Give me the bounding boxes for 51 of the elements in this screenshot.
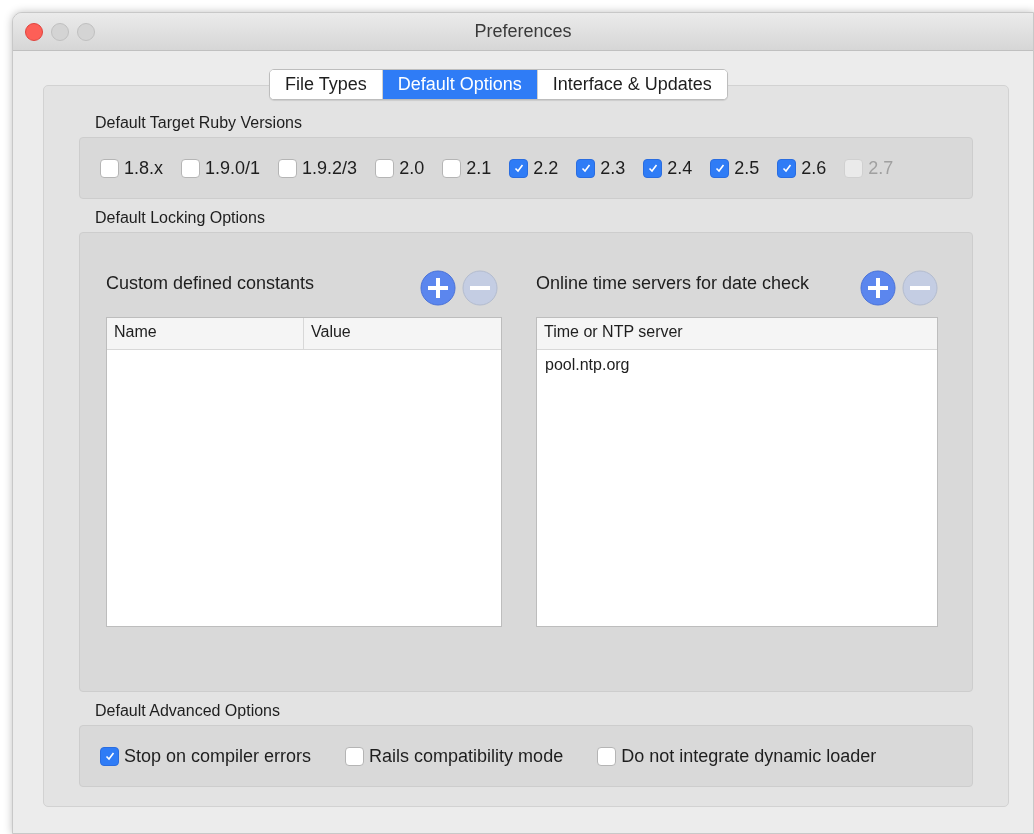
checkbox[interactable] <box>375 158 395 178</box>
close-button[interactable] <box>25 22 43 41</box>
checkbox[interactable] <box>710 158 730 178</box>
add-button[interactable] <box>420 270 456 306</box>
list-title: Custom defined constants <box>106 272 315 294</box>
group-title: Default Locking Options <box>94 209 266 227</box>
checkbox-label: 2.1 <box>466 157 492 179</box>
checkbox[interactable] <box>278 158 298 178</box>
group-title: Default Advanced Options <box>94 702 281 720</box>
checkbox-label: 1.8.x <box>124 157 164 179</box>
checkbox[interactable] <box>100 158 119 178</box>
checkbox[interactable] <box>345 746 365 766</box>
check-icon <box>713 162 726 174</box>
checkbox[interactable] <box>100 746 119 766</box>
checkbox[interactable] <box>643 158 663 178</box>
checkbox-label: 2.6 <box>801 157 827 179</box>
checkbox-label: 2.5 <box>734 157 760 179</box>
checkbox-label: 2.2 <box>533 157 559 179</box>
checkbox[interactable] <box>181 158 201 178</box>
checkbox[interactable] <box>597 746 617 766</box>
checkbox-label: 2.7 <box>868 157 894 179</box>
tab[interactable]: File Types <box>270 70 382 99</box>
checkbox[interactable] <box>777 158 797 178</box>
list-title: Online time servers for date check <box>536 272 810 294</box>
checkbox[interactable] <box>442 158 462 178</box>
add-button[interactable] <box>860 270 896 306</box>
checkbox-label: 1.9.0/1 <box>205 157 261 179</box>
column-header[interactable]: Name <box>107 318 304 349</box>
tab[interactable]: Interface & Updates <box>536 70 727 99</box>
table-cell-text: pool.ntp.org <box>544 355 631 375</box>
check-icon <box>780 162 793 174</box>
window-title: Preferences <box>474 21 573 42</box>
checkbox-label: Rails compatibility mode <box>369 745 564 767</box>
check-icon <box>103 750 116 762</box>
checkbox-label: 2.4 <box>667 157 693 179</box>
checkbox-label: 2.0 <box>399 157 425 179</box>
checkbox[interactable] <box>509 158 529 178</box>
checkbox-label: 2.3 <box>600 157 626 179</box>
column-header[interactable]: Value <box>304 318 500 349</box>
check-icon <box>512 162 525 174</box>
checkbox-label: Stop on compiler errors <box>124 745 312 767</box>
tab[interactable]: Default Options <box>381 70 537 99</box>
check-icon <box>579 162 592 174</box>
checkbox-label: Do not integrate dynamic loader <box>621 745 877 767</box>
column-header[interactable]: Time or NTP server <box>537 318 937 349</box>
checkbox-label: 1.9.2/3 <box>302 157 358 179</box>
minimize-button[interactable] <box>51 22 69 41</box>
checkbox[interactable] <box>576 158 596 178</box>
check-icon <box>646 162 659 174</box>
group-title: Default Target Ruby Versions <box>94 114 303 132</box>
zoom-button[interactable] <box>77 22 95 41</box>
